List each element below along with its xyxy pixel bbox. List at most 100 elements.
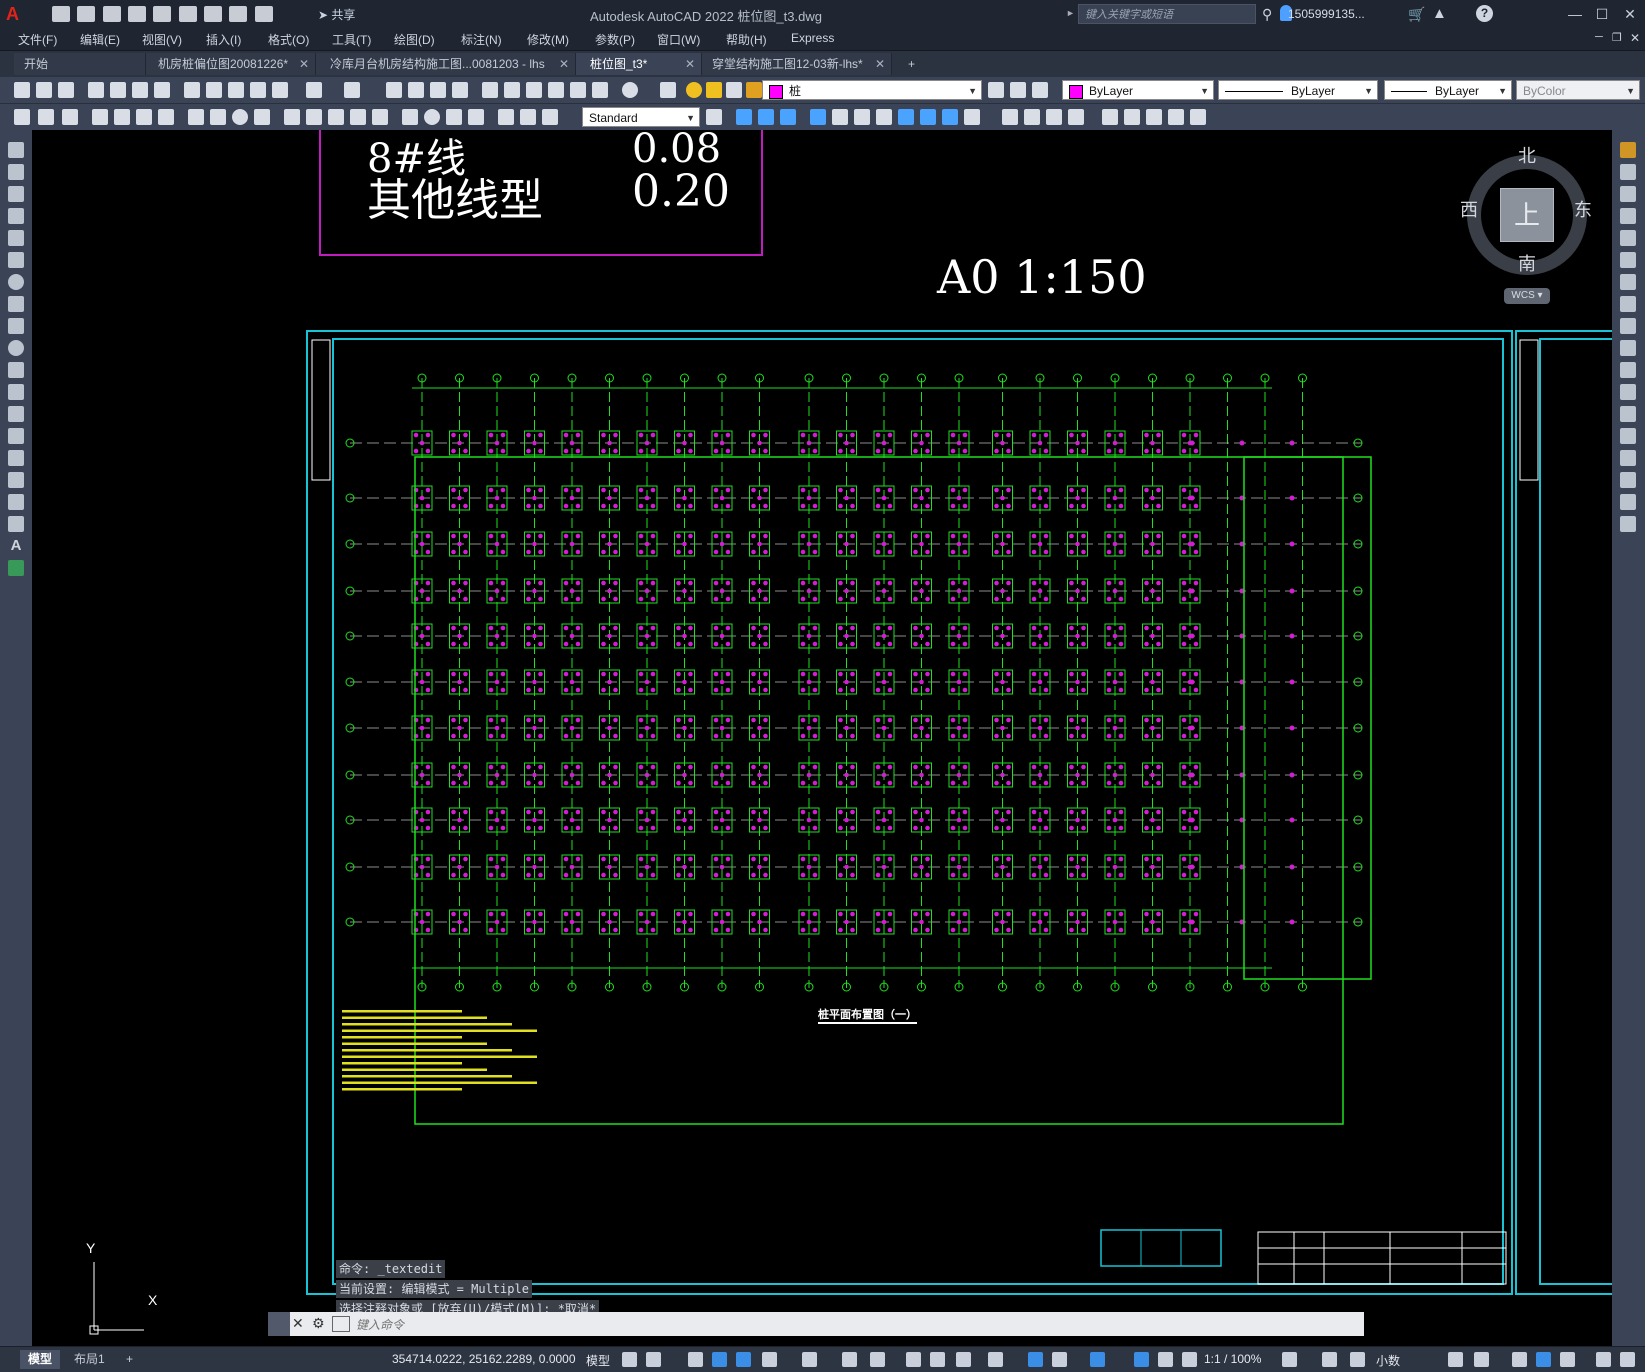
offset-icon[interactable] bbox=[1620, 208, 1636, 224]
rotate-icon[interactable] bbox=[1620, 274, 1636, 290]
tab-start[interactable]: 开始 bbox=[14, 53, 146, 75]
revision-cloud-icon[interactable] bbox=[8, 296, 24, 312]
close-tab-icon[interactable]: ✕ bbox=[685, 53, 695, 75]
region-icon[interactable] bbox=[8, 494, 24, 510]
add-layout-button[interactable]: + bbox=[118, 1350, 141, 1369]
dim-update-icon[interactable] bbox=[542, 109, 558, 125]
minimize-button[interactable]: — bbox=[1563, 4, 1587, 24]
close-tab-icon[interactable]: ✕ bbox=[559, 53, 569, 75]
paste-icon[interactable] bbox=[228, 82, 244, 98]
aligned-dim-icon[interactable] bbox=[114, 109, 130, 125]
menu-draw[interactable]: 绘图(D) bbox=[394, 31, 435, 48]
layer-state-icon[interactable] bbox=[1032, 82, 1048, 98]
interfere-icon[interactable] bbox=[942, 109, 958, 125]
table-icon[interactable] bbox=[8, 516, 24, 532]
customize-icon[interactable]: ⚙ bbox=[312, 1315, 325, 1332]
3d-osnap-icon[interactable] bbox=[988, 1352, 1003, 1367]
jogged-dim-icon[interactable] bbox=[210, 109, 226, 125]
shade-icon[interactable] bbox=[1024, 109, 1040, 125]
clean-screen-icon[interactable] bbox=[1560, 1352, 1575, 1367]
arc-length-icon[interactable] bbox=[136, 109, 152, 125]
autodesk-account-icon[interactable]: ▲ bbox=[1432, 5, 1447, 22]
3d-dwf-icon[interactable] bbox=[154, 82, 170, 98]
layer-dropdown[interactable]: 桩 ▼ bbox=[762, 80, 982, 100]
import-icon[interactable] bbox=[153, 6, 172, 22]
save-as-icon[interactable] bbox=[128, 6, 147, 22]
close-icon[interactable]: ✕ bbox=[292, 1315, 304, 1332]
quick-properties-icon[interactable] bbox=[1448, 1352, 1463, 1367]
snap-icon[interactable] bbox=[646, 1352, 661, 1367]
compass-north[interactable]: 北 bbox=[1518, 142, 1536, 168]
new-tab-button[interactable]: + bbox=[902, 53, 928, 75]
tab-chuantang[interactable]: 穿堂结构施工图12-03新-lhs* ✕ bbox=[702, 53, 892, 75]
break-at-point-icon[interactable] bbox=[1620, 384, 1636, 400]
match-properties-icon[interactable] bbox=[250, 82, 266, 98]
menu-insert[interactable]: 插入(I) bbox=[206, 31, 241, 48]
radius-dim-icon[interactable] bbox=[188, 109, 204, 125]
layer-on-icon[interactable] bbox=[686, 82, 702, 98]
dynamic-input-icon[interactable] bbox=[712, 1352, 727, 1367]
selection-cycling-icon[interactable] bbox=[956, 1352, 971, 1367]
units-value[interactable]: 小数 bbox=[1376, 1352, 1400, 1369]
menu-edit[interactable]: 编辑(E) bbox=[80, 31, 120, 48]
trim-icon[interactable] bbox=[1620, 340, 1636, 356]
fullscreen-icon[interactable] bbox=[1596, 1352, 1611, 1367]
graphics-performance-icon[interactable] bbox=[1536, 1352, 1551, 1367]
sheet-set-icon[interactable] bbox=[548, 82, 564, 98]
wcs-menu[interactable]: WCS ▾ bbox=[1504, 288, 1550, 304]
help-icon[interactable] bbox=[622, 82, 638, 98]
menu-parametric[interactable]: 参数(P) bbox=[595, 31, 635, 48]
move-3d-icon[interactable] bbox=[832, 109, 848, 125]
isolate-objects-icon[interactable] bbox=[1512, 1352, 1527, 1367]
undo-icon[interactable] bbox=[306, 82, 322, 98]
open-icon[interactable] bbox=[77, 6, 96, 22]
command-grip[interactable] bbox=[268, 1312, 290, 1336]
hide-icon[interactable] bbox=[1002, 109, 1018, 125]
center-mark-icon[interactable] bbox=[424, 109, 440, 125]
layer-properties-icon[interactable] bbox=[660, 82, 676, 98]
search-icon[interactable]: ⚲ bbox=[1262, 6, 1272, 23]
doc-restore-button[interactable]: ❐ bbox=[1612, 31, 1622, 44]
rotate-3d-icon[interactable] bbox=[854, 109, 870, 125]
construction-line-icon[interactable] bbox=[8, 164, 24, 180]
new-icon[interactable] bbox=[52, 6, 70, 22]
object-snap-icon[interactable] bbox=[870, 1352, 885, 1367]
lineweight-icon[interactable] bbox=[906, 1352, 921, 1367]
publish-icon[interactable] bbox=[132, 82, 148, 98]
fly-icon[interactable] bbox=[1146, 109, 1162, 125]
autocad-logo-icon[interactable]: A bbox=[6, 4, 19, 25]
stretch-icon[interactable] bbox=[1620, 318, 1636, 334]
undo-icon[interactable] bbox=[229, 6, 248, 22]
menu-help[interactable]: 帮助(H) bbox=[726, 31, 767, 48]
gizmo-icon[interactable] bbox=[1090, 1352, 1105, 1367]
compass-south[interactable]: 南 bbox=[1518, 250, 1536, 276]
make-current-layer-icon[interactable] bbox=[988, 82, 1004, 98]
auto-scale-icon[interactable] bbox=[1158, 1352, 1173, 1367]
block-editor-icon[interactable] bbox=[272, 82, 288, 98]
fillet-icon[interactable] bbox=[1620, 472, 1636, 488]
chamfer-icon[interactable] bbox=[1620, 450, 1636, 466]
redo-icon[interactable] bbox=[254, 6, 273, 22]
dim-style-icon[interactable] bbox=[706, 109, 722, 125]
layer-lock-icon[interactable] bbox=[746, 82, 762, 98]
grid-icon[interactable] bbox=[622, 1352, 637, 1367]
plot-preview-icon[interactable] bbox=[110, 82, 126, 98]
ellipse-icon[interactable] bbox=[8, 340, 24, 356]
add-selected-icon[interactable] bbox=[8, 560, 24, 576]
menu-dimension[interactable]: 标注(N) bbox=[461, 31, 502, 48]
export-icon[interactable] bbox=[178, 6, 197, 22]
annotation-monitor-icon[interactable] bbox=[1322, 1352, 1337, 1367]
ucs-icon[interactable] bbox=[14, 109, 30, 125]
make-block-icon[interactable] bbox=[8, 406, 24, 422]
orbit-icon[interactable] bbox=[1102, 109, 1118, 125]
selection-filter-icon[interactable] bbox=[1052, 1352, 1067, 1367]
user-account[interactable]: 1505999135... bbox=[1288, 7, 1365, 21]
layer-iso-icon[interactable] bbox=[62, 109, 78, 125]
camera-icon[interactable] bbox=[1168, 109, 1184, 125]
menu-window[interactable]: 窗口(W) bbox=[657, 31, 700, 48]
help-icon[interactable]: ? bbox=[1476, 5, 1493, 22]
doc-minimize-button[interactable]: ─ bbox=[1595, 31, 1603, 43]
print-icon[interactable] bbox=[204, 6, 223, 22]
spline-icon[interactable] bbox=[8, 318, 24, 334]
infer-constraints-icon[interactable] bbox=[688, 1352, 703, 1367]
